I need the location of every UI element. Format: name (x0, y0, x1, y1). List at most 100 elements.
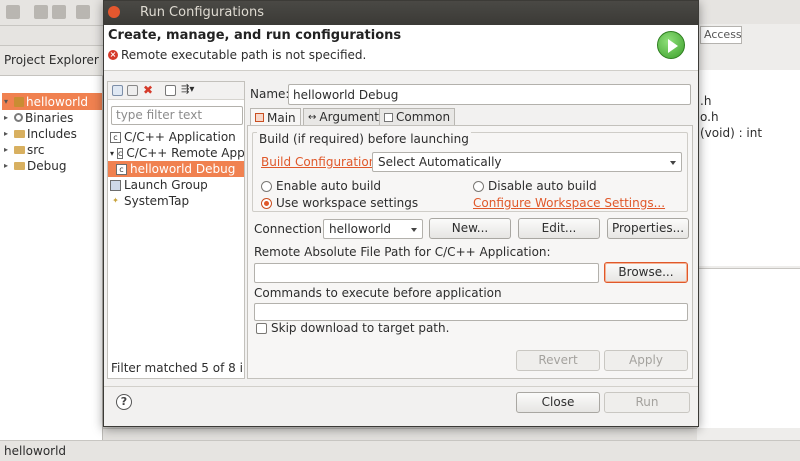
build-configuration-select[interactable]: Select Automatically (372, 152, 682, 172)
configuration-item[interactable]: Launch Group (110, 177, 244, 193)
settings-icon[interactable] (76, 5, 90, 19)
close-button[interactable]: Close (516, 392, 600, 413)
project-tree-item[interactable]: ▸ Binaries (4, 109, 73, 126)
project-tree-item[interactable]: ▾ helloworld (2, 93, 102, 110)
project-tree-item-label: Includes (27, 126, 77, 141)
tab-common[interactable]: Common (379, 108, 456, 125)
tab-main[interactable]: Main (250, 108, 301, 126)
connection-value: helloworld (329, 222, 392, 236)
radio-button[interactable] (261, 180, 272, 192)
duplicate-configuration-icon[interactable] (127, 85, 138, 96)
filter-configurations-icon[interactable]: ⇶▾ (181, 85, 194, 96)
browse-button[interactable]: Browse... (604, 262, 688, 283)
configuration-list-toolbar: ✖ ⇶▾ (108, 82, 244, 100)
chevron-down-icon (411, 228, 417, 232)
chevron-right-icon[interactable]: ▸ (4, 113, 12, 122)
console-pane (697, 268, 800, 428)
configure-workspace-settings-link[interactable]: Configure Workspace Settings... (473, 196, 665, 210)
connection-select[interactable]: helloworld (323, 219, 423, 239)
folder-icon (14, 129, 25, 138)
configuration-item[interactable]: ▾cC/C++ Remote Applica (110, 145, 244, 161)
filter-status: Filter matched 5 of 8 items (111, 361, 243, 375)
radio-use-workspace-settings-label: Use workspace settings (276, 196, 419, 210)
status-bar-text: helloworld (4, 444, 67, 458)
filter-input[interactable]: type filter text (111, 106, 243, 125)
chevron-down-icon[interactable]: ▾ (4, 97, 12, 106)
project-tree-item-label: helloworld (26, 94, 89, 109)
remote-path-field[interactable] (254, 263, 599, 283)
new-configuration-icon[interactable] (112, 85, 123, 96)
skip-download-option[interactable]: Skip download to target path. (256, 321, 449, 335)
outline-item[interactable]: o.h (700, 110, 719, 124)
outline-item[interactable]: (void) : int (700, 126, 762, 140)
build-configuration-link[interactable]: Build Configuration: (261, 155, 380, 169)
project-tree-item-label: Debug (27, 158, 67, 173)
systemtap-icon: ✦ (112, 195, 119, 205)
radio-button-selected[interactable] (261, 197, 272, 209)
commands-label: Commands to execute before application (254, 286, 502, 300)
save-icon[interactable] (34, 5, 48, 19)
delete-configuration-icon[interactable]: ✖ (143, 84, 154, 96)
outline-item[interactable]: .h (700, 94, 711, 108)
run-button[interactable]: Run (604, 392, 690, 413)
build-group-title: Build (if required) before launching (257, 132, 471, 146)
quick-access-field[interactable]: Access (700, 26, 742, 44)
project-tree-item[interactable]: ▸ Debug (4, 157, 66, 174)
folder-icon (14, 145, 25, 154)
binaries-icon (14, 113, 23, 122)
chevron-right-icon[interactable]: ▸ (4, 161, 12, 170)
configuration-item-label: C/C++ Remote Applica (126, 146, 244, 160)
configuration-item-label: helloworld Debug (130, 162, 236, 176)
project-explorer-tab[interactable]: Project Explorer (0, 46, 103, 76)
project-tree-item[interactable]: ▸ Includes (4, 125, 77, 142)
skip-download-label: Skip download to target path. (271, 321, 450, 335)
configuration-item[interactable]: c helloworld Debug (108, 161, 244, 177)
apply-button[interactable]: Apply (604, 350, 688, 371)
radio-enable-auto-build[interactable]: Enable auto build (261, 179, 381, 193)
tab-arguments-label: Arguments (319, 110, 386, 124)
project-explorer-tab-label: Project Explorer (4, 53, 99, 67)
quick-access-label: Access (704, 28, 742, 41)
revert-button[interactable]: Revert (516, 350, 600, 371)
save-all-icon[interactable] (52, 5, 66, 19)
project-tree-item-label: Binaries (25, 110, 74, 125)
chevron-down-icon (670, 161, 676, 165)
new-connection-button[interactable]: New... (429, 218, 511, 239)
new-icon[interactable] (6, 5, 20, 19)
edit-connection-button[interactable]: Edit... (518, 218, 600, 239)
bottom-pane-edge (103, 428, 697, 440)
dialog-header-title: Create, manage, and run configurations (108, 28, 402, 43)
radio-button[interactable] (473, 180, 484, 192)
tab-arguments[interactable]: ↔ Arguments (303, 108, 391, 125)
tab-common-label: Common (396, 110, 451, 124)
folder-icon (14, 161, 25, 170)
radio-disable-auto-build[interactable]: Disable auto build (473, 179, 597, 193)
error-icon: × (108, 50, 118, 60)
close-window-icon[interactable] (108, 6, 120, 18)
c-application-icon: c (110, 131, 121, 143)
commands-field[interactable] (254, 303, 688, 321)
outline-pane: .h o.h (void) : int (697, 70, 800, 266)
connection-properties-button[interactable]: Properties... (607, 218, 689, 239)
main-tab-icon (255, 113, 264, 122)
help-icon[interactable]: ? (116, 394, 132, 410)
radio-use-workspace-settings[interactable]: Use workspace settings (261, 196, 418, 210)
launch-group-icon (110, 179, 121, 191)
configuration-item[interactable]: c C/C++ Application (110, 129, 244, 145)
skip-download-checkbox[interactable] (256, 322, 267, 334)
configuration-item-label: Launch Group (124, 178, 208, 192)
chevron-right-icon[interactable]: ▸ (4, 129, 12, 138)
radio-enable-auto-build-label: Enable auto build (276, 179, 382, 193)
c-application-icon: c (116, 163, 127, 175)
chevron-right-icon[interactable]: ▸ (4, 145, 12, 154)
connection-label: Connection: (254, 222, 326, 236)
chevron-down-icon[interactable]: ▾ (110, 149, 114, 158)
project-tree-item[interactable]: ▸ src (4, 141, 45, 158)
configuration-name-field[interactable]: helloworld Debug (288, 84, 691, 105)
common-tab-icon (384, 112, 393, 122)
dialog-titlebar[interactable]: Run Configurations (104, 1, 698, 25)
collapse-all-icon[interactable] (165, 85, 176, 96)
status-bar: helloworld (0, 440, 800, 461)
configuration-item[interactable]: ✦ SystemTap (110, 193, 244, 209)
radio-disable-auto-build-label: Disable auto build (488, 179, 597, 193)
